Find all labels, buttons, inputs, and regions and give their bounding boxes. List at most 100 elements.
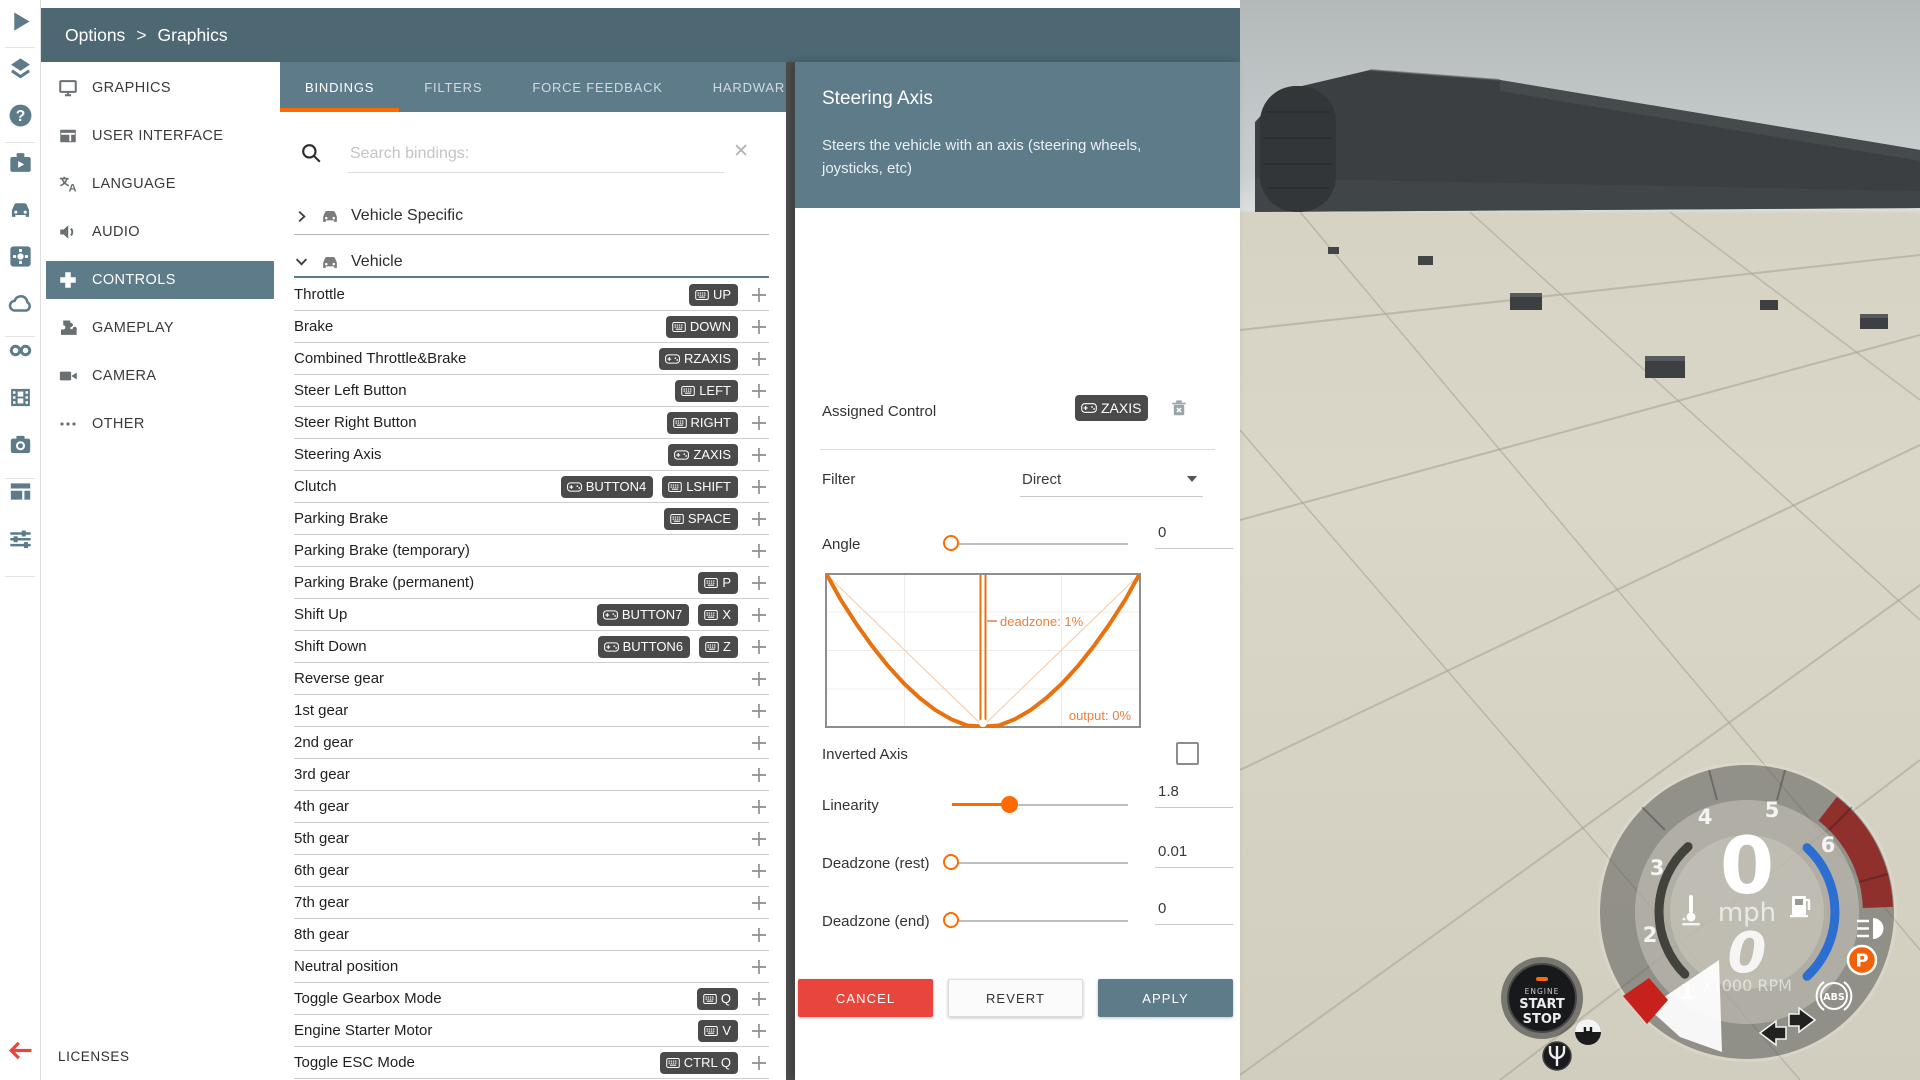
keyboard-binding-badge[interactable]: Q — [697, 988, 738, 1010]
deadzone-rest-slider-handle[interactable] — [943, 854, 959, 870]
add-binding-button[interactable] — [749, 669, 769, 689]
add-binding-button[interactable] — [749, 925, 769, 945]
levels-icon[interactable] — [8, 56, 33, 81]
binding-row[interactable]: Engine Starter MotorV — [294, 1015, 769, 1047]
sidebar-item-user-interface[interactable]: USER INTERFACE — [40, 112, 280, 160]
gamepad-binding-badge[interactable]: BUTTON7 — [597, 604, 689, 626]
inverted-axis-checkbox[interactable] — [1176, 742, 1199, 765]
sidebar-item-controls[interactable]: CONTROLS — [46, 261, 274, 299]
binding-row[interactable]: 2nd gear — [294, 727, 769, 759]
binding-row[interactable]: Neutral position — [294, 951, 769, 983]
keyboard-binding-badge[interactable]: P — [698, 572, 738, 594]
add-binding-button[interactable] — [749, 765, 769, 785]
binding-row[interactable]: Steering AxisZAXIS — [294, 439, 769, 471]
binding-row[interactable]: Parking Brake (permanent)P — [294, 567, 769, 599]
binding-row[interactable]: 7th gear — [294, 887, 769, 919]
keyboard-binding-badge[interactable]: UP — [689, 284, 738, 306]
revert-button[interactable]: REVERT — [948, 979, 1083, 1017]
add-binding-button[interactable] — [749, 797, 769, 817]
online-icon[interactable] — [8, 291, 33, 316]
replay-icon[interactable] — [8, 385, 33, 410]
tab-force-feedback[interactable]: FORCE FEEDBACK — [507, 62, 687, 112]
delete-binding-icon[interactable] — [1169, 398, 1189, 418]
keyboard-binding-badge[interactable]: CTRL Q — [660, 1052, 738, 1074]
apps-icon[interactable] — [8, 479, 33, 504]
sidebar-item-gameplay[interactable]: GAMEPLAY — [40, 304, 280, 352]
assigned-control-badge[interactable]: ZAXIS — [1075, 395, 1148, 421]
binding-row[interactable]: Combined Throttle&BrakeRZAXIS — [294, 343, 769, 375]
add-binding-button[interactable] — [749, 861, 769, 881]
gamepad-binding-badge[interactable]: BUTTON4 — [561, 476, 653, 498]
vehicles-icon[interactable] — [8, 197, 33, 222]
back-icon[interactable] — [7, 1037, 34, 1064]
search-input[interactable] — [348, 136, 724, 173]
keyboard-binding-badge[interactable]: RIGHT — [667, 412, 738, 434]
binding-row[interactable]: Reverse gear — [294, 663, 769, 695]
binding-row[interactable]: Shift DownBUTTON6Z — [294, 631, 769, 663]
deadzone-end-value-field[interactable]: 0 — [1158, 900, 1166, 917]
keyboard-binding-badge[interactable]: Z — [699, 636, 738, 658]
tab-filters[interactable]: FILTERS — [399, 62, 507, 112]
add-binding-button[interactable] — [749, 957, 769, 977]
add-binding-button[interactable] — [749, 285, 769, 305]
gamepad-binding-badge[interactable]: RZAXIS — [659, 348, 738, 370]
add-binding-button[interactable] — [749, 637, 769, 657]
sidebar-item-camera[interactable]: CAMERA — [40, 352, 280, 400]
sidebar-item-graphics[interactable]: GRAPHICS — [40, 64, 280, 112]
binding-row[interactable]: ThrottleUP — [294, 279, 769, 311]
add-binding-button[interactable] — [749, 893, 769, 913]
add-binding-button[interactable] — [749, 989, 769, 1009]
angle-slider-track[interactable] — [952, 543, 1128, 545]
binding-row[interactable]: BrakeDOWN — [294, 311, 769, 343]
gamepad-binding-badge[interactable]: ZAXIS — [668, 444, 738, 466]
keyboard-binding-badge[interactable]: SPACE — [664, 508, 738, 530]
keyboard-binding-badge[interactable]: X — [698, 604, 738, 626]
deadzone-rest-value-field[interactable]: 0.01 — [1158, 843, 1187, 860]
add-binding-button[interactable] — [749, 1021, 769, 1041]
linearity-value-field[interactable]: 1.8 — [1158, 783, 1179, 800]
binding-row[interactable]: 8th gear — [294, 919, 769, 951]
binding-row[interactable]: Parking Brake (temporary) — [294, 535, 769, 567]
cancel-button[interactable]: CANCEL — [798, 979, 933, 1017]
add-binding-button[interactable] — [749, 317, 769, 337]
binding-row[interactable]: Shift UpBUTTON7X — [294, 599, 769, 631]
clear-search-icon[interactable]: ✕ — [733, 140, 749, 163]
binding-row[interactable]: 1st gear — [294, 695, 769, 727]
add-binding-button[interactable] — [749, 701, 769, 721]
photo-mode-icon[interactable] — [8, 432, 33, 457]
add-binding-button[interactable] — [749, 509, 769, 529]
binding-row[interactable]: Toggle ESC ModeCTRL Q — [294, 1047, 769, 1079]
sidebar-item-language[interactable]: ALANGUAGE — [40, 160, 280, 208]
deadzone-end-slider-handle[interactable] — [943, 912, 959, 928]
add-binding-button[interactable] — [749, 605, 769, 625]
tuning-icon[interactable] — [8, 526, 33, 551]
help-icon[interactable]: ? — [8, 103, 33, 128]
angle-value-field[interactable]: 0 — [1158, 524, 1166, 541]
add-binding-button[interactable] — [749, 477, 769, 497]
dropdown-caret-icon[interactable] — [1187, 476, 1197, 482]
add-binding-button[interactable] — [749, 541, 769, 561]
binding-group-vehicle[interactable]: Vehicle — [294, 247, 769, 278]
binding-row[interactable]: Steer Right ButtonRIGHT — [294, 407, 769, 439]
binding-row[interactable]: 3rd gear — [294, 759, 769, 791]
keyboard-binding-badge[interactable]: LEFT — [675, 380, 738, 402]
add-binding-button[interactable] — [749, 733, 769, 753]
sidebar-item-audio[interactable]: AUDIO — [40, 208, 280, 256]
sidebar-item-other[interactable]: OTHER — [40, 400, 280, 448]
keyboard-binding-badge[interactable]: DOWN — [666, 316, 738, 338]
add-binding-button[interactable] — [749, 829, 769, 849]
tab-bindings[interactable]: BINDINGS — [280, 62, 399, 112]
add-binding-button[interactable] — [749, 445, 769, 465]
deadzone-end-slider-track[interactable] — [952, 920, 1128, 922]
licenses-link[interactable]: LICENSES — [58, 1049, 130, 1064]
play-icon[interactable] — [8, 9, 33, 34]
keyboard-binding-badge[interactable]: LSHIFT — [662, 476, 738, 498]
keyboard-binding-badge[interactable]: V — [698, 1020, 738, 1042]
binding-row[interactable]: 5th gear — [294, 823, 769, 855]
add-binding-button[interactable] — [749, 381, 769, 401]
angle-slider-handle[interactable] — [943, 535, 959, 551]
scenarios-icon[interactable] — [8, 150, 33, 175]
binding-group-vehicle-specific[interactable]: Vehicle Specific — [294, 198, 769, 235]
parts-icon[interactable] — [8, 244, 33, 269]
add-binding-button[interactable] — [749, 1053, 769, 1073]
